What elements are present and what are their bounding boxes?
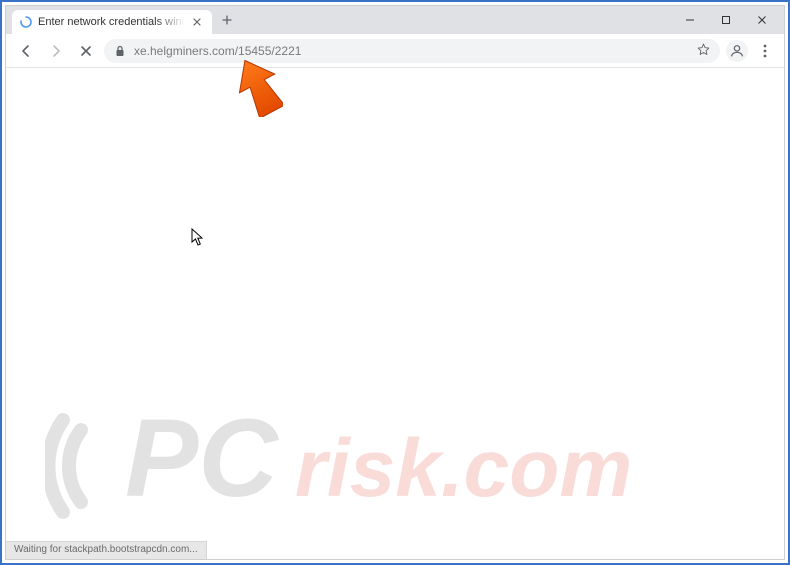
back-button[interactable] [14, 39, 38, 63]
url-text: xe.helgminers.com/15455/2221 [134, 44, 689, 58]
maximize-icon [721, 15, 731, 25]
loading-spinner-icon [20, 16, 32, 28]
star-icon [697, 43, 710, 56]
new-tab-button[interactable] [216, 9, 238, 31]
kebab-icon [763, 44, 767, 58]
close-icon [757, 15, 767, 25]
person-icon [729, 43, 745, 59]
watermark-left-text: PC [125, 397, 279, 520]
browser-window: Enter network credentials windo [5, 5, 785, 560]
tab-active[interactable]: Enter network credentials windo [12, 10, 212, 34]
address-bar[interactable]: xe.helgminers.com/15455/2221 [104, 39, 720, 63]
close-icon [193, 18, 201, 26]
tab-title: Enter network credentials windo [38, 16, 185, 28]
plus-icon [222, 15, 232, 25]
minimize-icon [685, 15, 695, 25]
status-text: Waiting for stackpath.bootstrapcdn.com..… [14, 544, 198, 555]
arrow-right-icon [49, 44, 63, 58]
window-controls [672, 6, 780, 34]
lock-icon [114, 45, 126, 57]
window-minimize-button[interactable] [672, 9, 708, 31]
status-bar: Waiting for stackpath.bootstrapcdn.com..… [6, 541, 207, 559]
watermark: PC risk.com [6, 396, 784, 541]
tab-bar: Enter network credentials windo [6, 6, 784, 34]
stop-icon [80, 45, 92, 57]
toolbar: xe.helgminers.com/15455/2221 [6, 34, 784, 68]
chrome-menu-button[interactable] [754, 40, 776, 62]
tab-close-button[interactable] [191, 15, 204, 29]
profile-avatar-button[interactable] [726, 40, 748, 62]
arrow-left-icon [19, 44, 33, 58]
window-maximize-button[interactable] [708, 9, 744, 31]
stop-reload-button[interactable] [74, 39, 98, 63]
window-close-button[interactable] [744, 9, 780, 31]
watermark-right-text: risk.com [295, 423, 632, 514]
outer-frame: Enter network credentials windo [0, 0, 790, 565]
bookmark-star-button[interactable] [697, 43, 710, 59]
page-viewport: PC risk.com Waiting for stackpath.bootst… [6, 68, 784, 559]
forward-button[interactable] [44, 39, 68, 63]
